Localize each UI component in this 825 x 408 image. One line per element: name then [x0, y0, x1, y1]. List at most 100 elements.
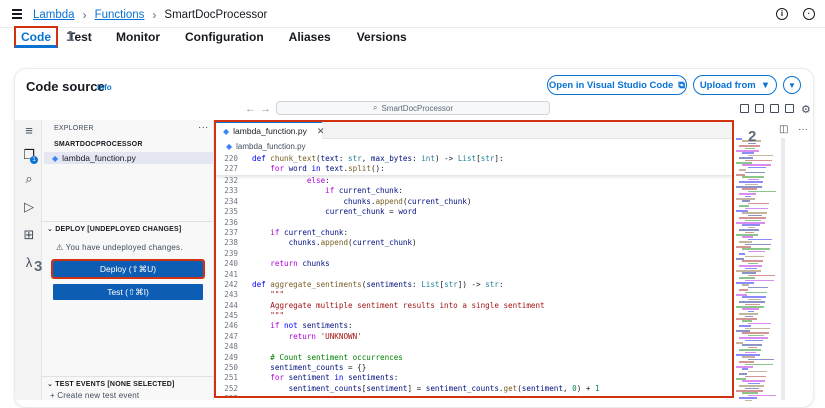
tab-monitor[interactable]: Monitor — [116, 26, 160, 48]
top-bar: Lambda › Functions › SmartDocProcessor i… — [0, 0, 825, 28]
code-token: sentiments — [366, 279, 413, 289]
minimap-line — [739, 337, 768, 339]
menu-icon[interactable] — [12, 9, 22, 19]
info-link[interactable]: Info — [97, 83, 112, 92]
python-file-icon: ◆ — [223, 126, 230, 136]
back-arrow-icon[interactable]: ← — [245, 103, 256, 115]
divider — [42, 376, 214, 377]
collapse-button[interactable]: ▼ — [783, 76, 801, 94]
command-search[interactable]: ⌕ SmartDocProcessor — [276, 101, 550, 115]
panel-title: Code source — [26, 79, 105, 94]
minimap-line — [748, 286, 768, 289]
breadcrumb-functions[interactable]: Functions — [95, 9, 145, 21]
code-token: = — [384, 207, 399, 217]
minimap-line — [742, 188, 757, 190]
minimap[interactable] — [736, 138, 778, 402]
split-editor-icon[interactable]: ◫ — [779, 124, 788, 135]
minimap-line — [739, 397, 757, 399]
line-number: 246 — [224, 321, 238, 331]
minimap-line — [742, 164, 771, 166]
minimap-line — [742, 176, 764, 178]
deploy-button[interactable]: Deploy (⇧⌘U) — [51, 259, 205, 279]
code-line: 239 — [216, 249, 732, 259]
customize-layout-icon[interactable] — [785, 104, 794, 113]
upload-from-button[interactable]: Upload from ▼ — [693, 75, 777, 95]
minimap-line — [739, 349, 761, 351]
minimap-line — [736, 198, 755, 200]
code-token: aggregate_sentiments — [270, 279, 362, 289]
minimap-line — [748, 298, 761, 301]
code-token: sentiment — [288, 373, 330, 383]
sticky-scroll[interactable]: 220 def chunk_text(text: str, max_bytes: … — [216, 153, 732, 175]
minimap-line — [745, 267, 757, 270]
tab-code[interactable]: Code — [14, 26, 58, 48]
python-file-icon: ◆ — [52, 153, 59, 163]
more-actions-icon[interactable]: ··· — [798, 124, 808, 135]
line-number: 235 — [224, 207, 238, 217]
minimap-line — [739, 361, 754, 363]
minimap-line — [742, 356, 755, 358]
minimap-line — [739, 193, 756, 195]
minimap-line — [739, 217, 766, 219]
minimap-line — [748, 370, 767, 373]
test-events-header[interactable]: ⌄ TEST EVENTS [NONE SELECTED] — [47, 380, 175, 388]
extensions-icon[interactable]: ⊞ — [22, 228, 36, 242]
breadcrumb-current: SmartDocProcessor — [164, 9, 268, 21]
toggle-sidebar-icon[interactable] — [740, 104, 749, 113]
code-line: 241 — [216, 270, 732, 280]
code-token: else — [306, 176, 326, 185]
more-actions-icon[interactable]: ··· — [198, 122, 209, 133]
test-events-text: TEST EVENTS [NONE SELECTED] — [55, 381, 175, 388]
minimap-line — [736, 246, 751, 248]
editor-breadcrumb-file[interactable]: lambda_function.py — [236, 142, 305, 151]
info-icon[interactable]: i — [776, 8, 788, 20]
minimap-line — [745, 279, 774, 282]
toggle-secondary-icon[interactable] — [770, 104, 779, 113]
minimap-line — [739, 277, 755, 279]
line-number: 236 — [224, 217, 238, 227]
minimap-line — [745, 147, 755, 150]
menu-lines-icon[interactable]: ≡ — [22, 124, 36, 138]
editor-tab[interactable]: ◆ lambda_function.py ✕ — [216, 122, 325, 139]
tab-configuration[interactable]: Configuration — [185, 26, 264, 48]
line-number: 227 — [224, 164, 238, 174]
code-line: 234 chunks.append(current_chunk) — [216, 197, 732, 207]
line-number: 243 — [224, 290, 238, 300]
run-debug-icon[interactable]: ▷ — [22, 200, 36, 214]
close-icon[interactable]: ✕ — [317, 126, 325, 137]
code-token: , — [562, 383, 573, 393]
minimap-line — [736, 330, 750, 332]
test-button[interactable]: Test (⇧⌘I) — [53, 284, 203, 300]
explorer-file-item[interactable]: ◆ lambda_function.py — [44, 152, 214, 164]
warning-text: You have undeployed changes. — [65, 243, 183, 252]
editor-scrollbar[interactable] — [781, 138, 785, 400]
clock-icon[interactable]: · — [803, 8, 815, 20]
upload-from-label: Upload from — [699, 79, 756, 91]
code-token: : — [393, 373, 399, 383]
open-vscode-button[interactable]: Open in Visual Studio Code ⧉ — [547, 75, 687, 95]
project-folder[interactable]: SMARTDOCPROCESSOR — [54, 141, 143, 148]
breadcrumb-lambda[interactable]: Lambda — [33, 9, 75, 21]
create-test-event[interactable]: + Create new test event — [50, 391, 139, 400]
minimap-line — [739, 373, 747, 375]
sticky-line: 220 def chunk_text(text: str, max_bytes: … — [216, 154, 732, 164]
code-token: sentiments — [302, 321, 349, 331]
tab-aliases[interactable]: Aliases — [289, 26, 331, 48]
code-token: str — [444, 279, 458, 289]
code-line: 233 if current_chunk: — [216, 186, 732, 196]
toggle-panel-icon[interactable] — [755, 104, 764, 113]
deploy-section-header[interactable]: ⌄ DEPLOY [UNDEPLOYED CHANGES] — [47, 225, 181, 233]
forward-arrow-icon[interactable]: → — [260, 103, 271, 115]
code-line: 243 """ — [216, 290, 732, 300]
search-icon[interactable]: ⌕ — [22, 172, 36, 186]
minimap-line — [742, 320, 752, 322]
code-lines[interactable]: 232 else: 233 if current_chunk: 234 chunks… — [216, 176, 732, 396]
code-token: : — [348, 321, 353, 331]
code-editor[interactable]: ◆ lambda_function.py ✕ ◆ lambda_function… — [214, 120, 734, 398]
minimap-line — [739, 253, 745, 255]
minimap-line — [745, 159, 772, 162]
settings-gear-icon[interactable]: ⚙ — [801, 103, 811, 116]
tab-versions[interactable]: Versions — [357, 26, 407, 48]
